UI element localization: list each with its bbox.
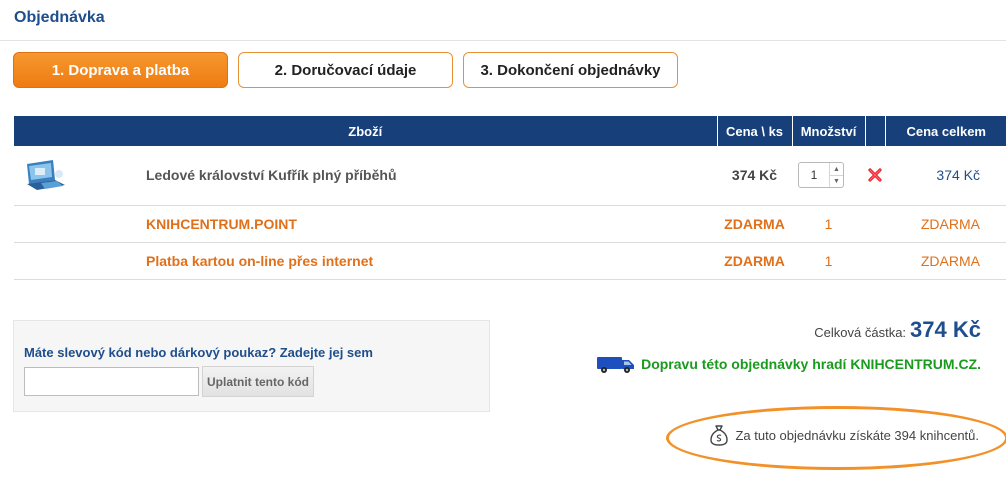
shipping-quantity: 1 [792,205,865,243]
order-total: Celková částka: 374 Kč [814,317,981,343]
cart-extra-row: Platba kartou on-line přes internet ZDAR… [14,242,1006,280]
coupon-label: Máte slevový kód nebo dárkový poukaz? Za… [24,345,373,360]
payment-unit-price: ZDARMA [717,242,792,280]
loyalty-points-text: Za tuto objednávku získáte 394 knihcentů… [735,427,979,443]
quantity-stepper[interactable]: 1 ▲ ▼ [798,162,844,189]
quantity-down-icon[interactable]: ▼ [830,176,843,188]
header-unit-price: Cena \ ks [717,116,793,146]
coupon-input[interactable] [24,367,199,396]
product-quantity-cell: 1 ▲ ▼ [792,146,865,206]
money-bag-icon [710,425,729,446]
cart-extra-row: KNIHCENTRUM.POINT ZDARMA 1 ZDARMA [14,205,1006,243]
free-delivery-note: Dopravu této objednávky hradí KNIHCENTRU… [596,354,981,374]
product-total: 374 Kč [885,146,1006,206]
cart-product-row: Ledové království Kufřík plný příběhů 37… [14,146,1006,206]
loyalty-points-note: Za tuto objednávku získáte 394 knihcentů… [709,424,979,446]
payment-total: ZDARMA [885,242,1006,280]
step-shipping-payment[interactable]: 1. Doprava a platba [13,52,228,88]
header-remove [865,116,886,146]
payment-quantity: 1 [792,242,865,280]
product-thumbnail[interactable] [23,158,67,192]
page-title: Objednávka [14,9,105,26]
product-thumbnail-cell [14,146,146,206]
shipping-method-name: KNIHCENTRUM.POINT [146,205,717,243]
quantity-value[interactable]: 1 [799,163,829,187]
remove-item-icon[interactable] [867,167,883,183]
cart-header-row: Zboží Cena \ ks Množství Cena celkem [14,116,1006,146]
header-total: Cena celkem [885,116,1006,146]
remove-cell [865,146,885,206]
free-delivery-text: Dopravu této objednávky hradí KNIHCENTRU… [641,356,981,372]
header-item: Zboží [14,116,718,146]
title-divider [0,40,1006,41]
header-quantity: Množství [792,116,866,146]
product-unit-price: 374 Kč [717,146,792,206]
payment-method-name: Platba kartou on-line přes internet [146,242,717,280]
product-name[interactable]: Ledové království Kufřík plný příběhů [146,146,717,206]
step-order-completion[interactable]: 3. Dokončení objednávky [463,52,678,88]
quantity-up-icon[interactable]: ▲ [830,163,843,176]
apply-coupon-button[interactable]: Uplatnit tento kód [202,366,314,397]
delivery-van-icon [597,357,635,373]
shipping-total: ZDARMA [885,205,1006,243]
cart-table: Zboží Cena \ ks Množství Cena celkem Led… [14,116,1006,280]
shipping-unit-price: ZDARMA [717,205,792,243]
order-total-label: Celková částka: [814,325,907,340]
coupon-panel: Máte slevový kód nebo dárkový poukaz? Za… [13,320,490,412]
order-total-value: 374 Kč [910,317,981,342]
step-delivery-details[interactable]: 2. Doručovací údaje [238,52,453,88]
